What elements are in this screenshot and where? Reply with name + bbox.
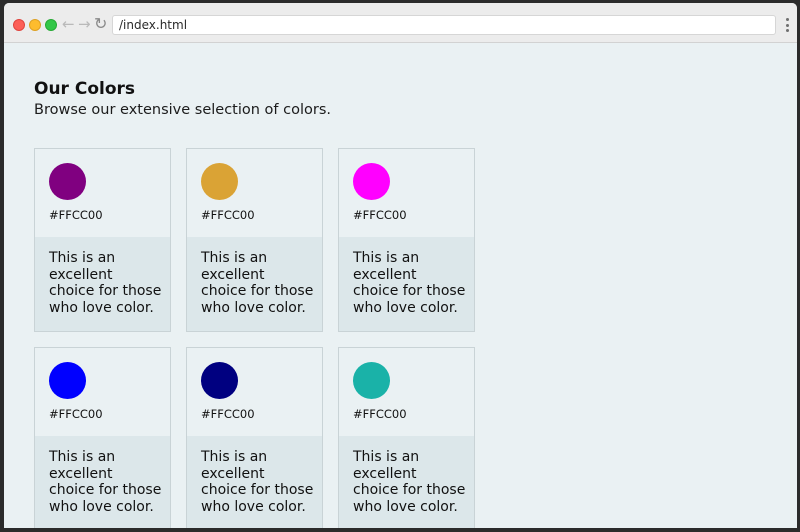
color-swatch xyxy=(49,163,86,200)
color-description: This is an excellent choice for those wh… xyxy=(187,436,322,528)
color-swatch xyxy=(353,163,390,200)
kebab-menu-icon[interactable] xyxy=(785,18,789,32)
minimize-window-button[interactable] xyxy=(29,19,41,31)
color-hex-label: #FFCC00 xyxy=(201,407,255,421)
color-card-grid: #FFCC00 This is an excellent choice for … xyxy=(34,148,475,528)
browser-toolbar: ← → ↻ /index.html xyxy=(4,3,797,43)
address-bar[interactable]: /index.html xyxy=(112,15,776,35)
color-description: This is an excellent choice for those wh… xyxy=(35,436,170,528)
color-card[interactable]: #FFCC00 This is an excellent choice for … xyxy=(338,347,475,528)
back-arrow-icon[interactable]: ← xyxy=(62,15,75,33)
browser-window: ← → ↻ /index.html Our Colors Browse our … xyxy=(4,3,797,528)
page-title: Our Colors xyxy=(34,79,136,99)
color-card[interactable]: #FFCC00 This is an excellent choice for … xyxy=(186,148,323,332)
forward-arrow-icon[interactable]: → xyxy=(78,15,91,33)
color-card[interactable]: #FFCC00 This is an excellent choice for … xyxy=(34,148,171,332)
color-swatch xyxy=(353,362,390,399)
color-hex-label: #FFCC00 xyxy=(201,208,255,222)
maximize-window-button[interactable] xyxy=(45,19,57,31)
color-card[interactable]: #FFCC00 This is an excellent choice for … xyxy=(338,148,475,332)
close-window-button[interactable] xyxy=(13,19,25,31)
color-hex-label: #FFCC00 xyxy=(353,208,407,222)
color-description: This is an excellent choice for those wh… xyxy=(187,237,322,331)
color-description: This is an excellent choice for those wh… xyxy=(35,237,170,331)
color-swatch xyxy=(49,362,86,399)
reload-icon[interactable]: ↻ xyxy=(94,15,107,33)
color-swatch xyxy=(201,362,238,399)
color-description: This is an excellent choice for those wh… xyxy=(339,237,474,331)
color-card[interactable]: #FFCC00 This is an excellent choice for … xyxy=(186,347,323,528)
page-content: Our Colors Browse our extensive selectio… xyxy=(4,44,797,528)
color-hex-label: #FFCC00 xyxy=(49,208,103,222)
color-card[interactable]: #FFCC00 This is an excellent choice for … xyxy=(34,347,171,528)
color-description: This is an excellent choice for those wh… xyxy=(339,436,474,528)
page-subtitle: Browse our extensive selection of colors… xyxy=(34,102,332,118)
color-hex-label: #FFCC00 xyxy=(49,407,103,421)
color-swatch xyxy=(201,163,238,200)
color-hex-label: #FFCC00 xyxy=(353,407,407,421)
